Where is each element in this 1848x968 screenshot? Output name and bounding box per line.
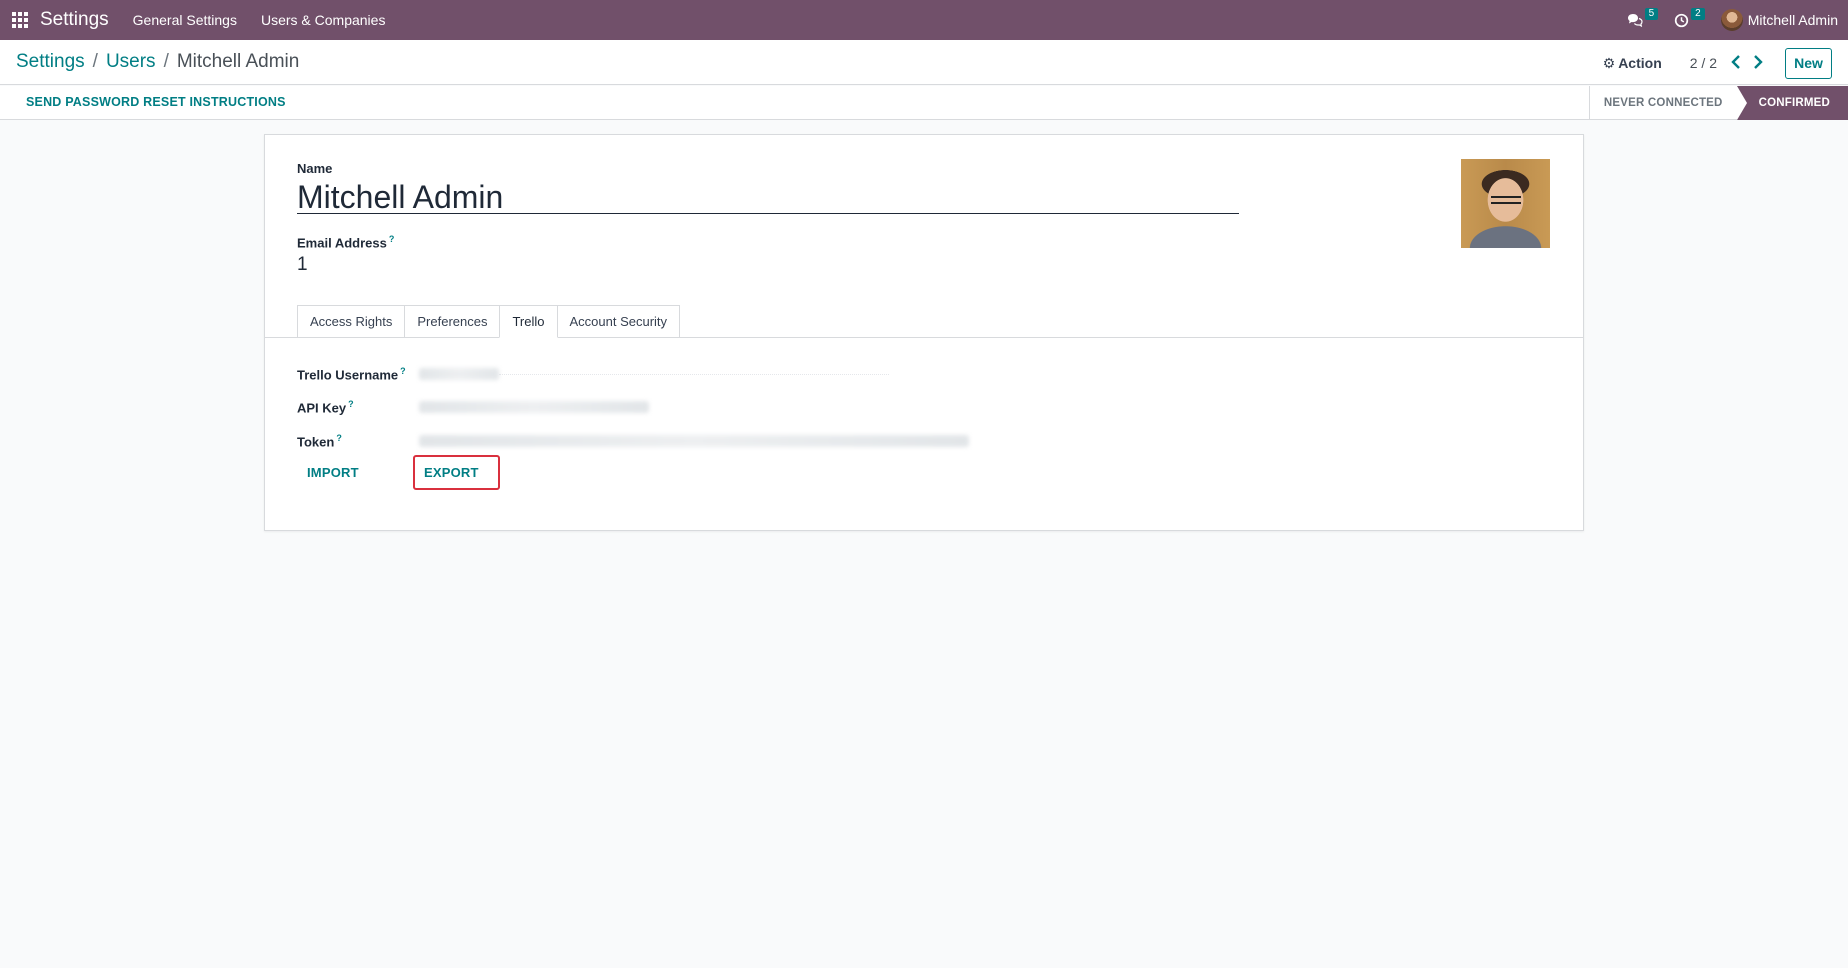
menu-users-companies[interactable]: Users & Companies bbox=[249, 0, 398, 40]
breadcrumb-settings[interactable]: Settings bbox=[16, 51, 85, 73]
token-label: Token? bbox=[297, 433, 419, 449]
chat-icon bbox=[1627, 14, 1643, 27]
pager-next-button[interactable] bbox=[1747, 53, 1769, 74]
breadcrumb-users[interactable]: Users bbox=[106, 51, 156, 73]
tab-trello[interactable]: Trello bbox=[499, 305, 558, 338]
trello-actions: IMPORT EXPORT bbox=[297, 455, 500, 490]
api-key-field[interactable] bbox=[419, 401, 649, 413]
photo-detail bbox=[1491, 196, 1521, 204]
action-label: Action bbox=[1618, 55, 1662, 71]
action-button[interactable]: ⚙ Action bbox=[1603, 55, 1662, 72]
tab-account-security[interactable]: Account Security bbox=[557, 305, 681, 338]
token-label-text: Token bbox=[297, 434, 335, 450]
notebook-tabs: Access Rights Preferences Trello Account… bbox=[297, 305, 681, 338]
control-panel: Settings / Users / Mitchell Admin ⚙ Acti… bbox=[0, 40, 1848, 85]
trello-username-row: Trello Username? bbox=[297, 363, 889, 385]
menu-general-settings[interactable]: General Settings bbox=[121, 0, 249, 40]
export-label: EXPORT bbox=[424, 465, 479, 480]
user-name: Mitchell Admin bbox=[1747, 12, 1838, 28]
pager-previous-button[interactable] bbox=[1725, 53, 1747, 74]
export-button[interactable]: EXPORT bbox=[413, 455, 500, 490]
help-tooltip-icon[interactable]: ? bbox=[389, 234, 395, 244]
messages-badge: 5 bbox=[1644, 8, 1659, 20]
help-tooltip-icon[interactable]: ? bbox=[348, 399, 354, 409]
trello-username-field[interactable] bbox=[419, 368, 499, 380]
top-navbar: Settings General Settings Users & Compan… bbox=[0, 0, 1848, 40]
messages-button[interactable]: 5 bbox=[1627, 8, 1659, 27]
email-field[interactable]: 1 bbox=[297, 254, 308, 276]
breadcrumb: Settings / Users / Mitchell Admin bbox=[16, 51, 299, 73]
chevron-left-icon bbox=[1731, 54, 1740, 69]
send-password-reset-button[interactable]: SEND PASSWORD RESET INSTRUCTIONS bbox=[26, 95, 286, 109]
user-photo[interactable] bbox=[1461, 159, 1550, 248]
gear-icon: ⚙ bbox=[1602, 54, 1616, 71]
apps-menu-icon[interactable] bbox=[0, 0, 40, 40]
new-button[interactable]: New bbox=[1785, 47, 1832, 79]
trello-username-underline bbox=[499, 373, 889, 375]
form-sheet: Name Mitchell Admin Email Address? 1 Acc… bbox=[264, 134, 1584, 531]
app-brand[interactable]: Settings bbox=[40, 9, 109, 31]
api-key-label-text: API Key bbox=[297, 400, 347, 416]
api-key-row: API Key? bbox=[297, 396, 649, 418]
avatar bbox=[1720, 9, 1743, 31]
tab-preferences[interactable]: Preferences bbox=[404, 305, 500, 338]
token-field[interactable] bbox=[419, 435, 969, 447]
name-field[interactable]: Mitchell Admin bbox=[297, 179, 1239, 215]
breadcrumb-current: Mitchell Admin bbox=[176, 51, 300, 72]
import-button[interactable]: IMPORT bbox=[307, 465, 361, 480]
pager-value[interactable]: 2 / 2 bbox=[1690, 55, 1717, 71]
chevron-right-icon bbox=[1754, 54, 1763, 69]
help-tooltip-icon[interactable]: ? bbox=[336, 433, 342, 443]
name-label: Name bbox=[297, 161, 333, 176]
trello-username-label: Trello Username? bbox=[297, 366, 419, 382]
status-step-confirmed: CONFIRMED bbox=[1736, 86, 1848, 120]
user-menu[interactable]: Mitchell Admin bbox=[1720, 9, 1838, 31]
email-label-text: Email Address bbox=[297, 235, 387, 251]
email-label: Email Address? bbox=[297, 234, 394, 250]
activities-badge: 2 bbox=[1691, 8, 1705, 20]
help-tooltip-icon[interactable]: ? bbox=[400, 366, 406, 376]
status-step-never-connected: NEVER CONNECTED bbox=[1588, 86, 1737, 120]
breadcrumb-separator: / bbox=[92, 51, 98, 72]
clock-icon bbox=[1675, 13, 1689, 27]
status-bar: SEND PASSWORD RESET INSTRUCTIONS NEVER C… bbox=[0, 86, 1848, 120]
token-row: Token? bbox=[297, 430, 969, 452]
api-key-label: API Key? bbox=[297, 399, 419, 415]
tab-access-rights[interactable]: Access Rights bbox=[297, 305, 405, 338]
status-steps: NEVER CONNECTED CONFIRMED bbox=[1588, 86, 1848, 120]
breadcrumb-separator: / bbox=[163, 51, 169, 72]
activities-button[interactable]: 2 bbox=[1674, 8, 1705, 28]
trello-username-label-text: Trello Username bbox=[297, 367, 399, 383]
